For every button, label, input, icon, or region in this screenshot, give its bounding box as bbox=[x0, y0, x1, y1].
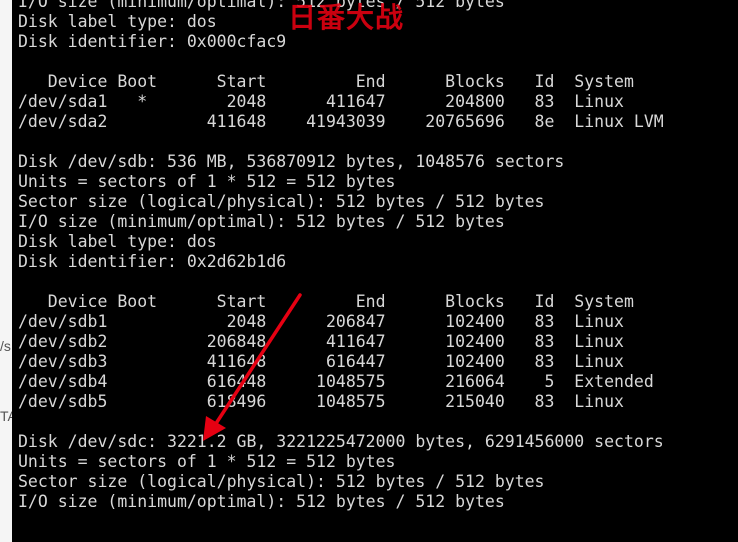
partition-table-header: Device Boot Start End Blocks Id System bbox=[18, 72, 634, 91]
partition-row: /dev/sda2 411648 41943039 20765696 8e Li… bbox=[18, 112, 664, 131]
terminal-line: I/O size (minimum/optimal): 512 bytes / … bbox=[18, 212, 505, 231]
terminal-line: Sector size (logical/physical): 512 byte… bbox=[18, 472, 545, 491]
terminal-line: Disk label type: dos bbox=[18, 232, 217, 251]
disk-summary-line: Disk /dev/sdb: 536 MB, 536870912 bytes, … bbox=[18, 152, 565, 171]
terminal-output: I/O size (minimum/optimal): 512 bytes / … bbox=[18, 0, 664, 512]
partition-row: /dev/sdb2 206848 411647 102400 83 Linux bbox=[18, 332, 624, 351]
terminal-line: I/O size (minimum/optimal): 512 bytes / … bbox=[18, 492, 505, 511]
background-window-edge: /s TA bbox=[0, 0, 12, 542]
partition-row: /dev/sdb4 616448 1048575 216064 5 Extend… bbox=[18, 372, 654, 391]
watermark-text: 日番大战 bbox=[288, 1, 405, 34]
terminal-line: Disk identifier: 0x2d62b1d6 bbox=[18, 252, 287, 271]
terminal-line: Units = sectors of 1 * 512 = 512 bytes bbox=[18, 172, 396, 191]
terminal-window[interactable]: I/O size (minimum/optimal): 512 bytes / … bbox=[12, 0, 738, 542]
background-text-fragment: /s bbox=[0, 338, 11, 354]
partition-row: /dev/sda1 * 2048 411647 204800 83 Linux bbox=[18, 92, 624, 111]
partition-row: /dev/sdb5 618496 1048575 215040 83 Linux bbox=[18, 392, 624, 411]
partition-row: /dev/sdb3 411648 616447 102400 83 Linux bbox=[18, 352, 624, 371]
partition-table-header: Device Boot Start End Blocks Id System bbox=[18, 292, 634, 311]
terminal-line: Sector size (logical/physical): 512 byte… bbox=[18, 192, 545, 211]
terminal-line: Units = sectors of 1 * 512 = 512 bytes bbox=[18, 452, 396, 471]
background-text-fragment: TA bbox=[0, 408, 12, 424]
partition-row: /dev/sdb1 2048 206847 102400 83 Linux bbox=[18, 312, 624, 331]
disk-summary-line: Disk /dev/sdc: 3221.2 GB, 3221225472000 … bbox=[18, 432, 664, 451]
